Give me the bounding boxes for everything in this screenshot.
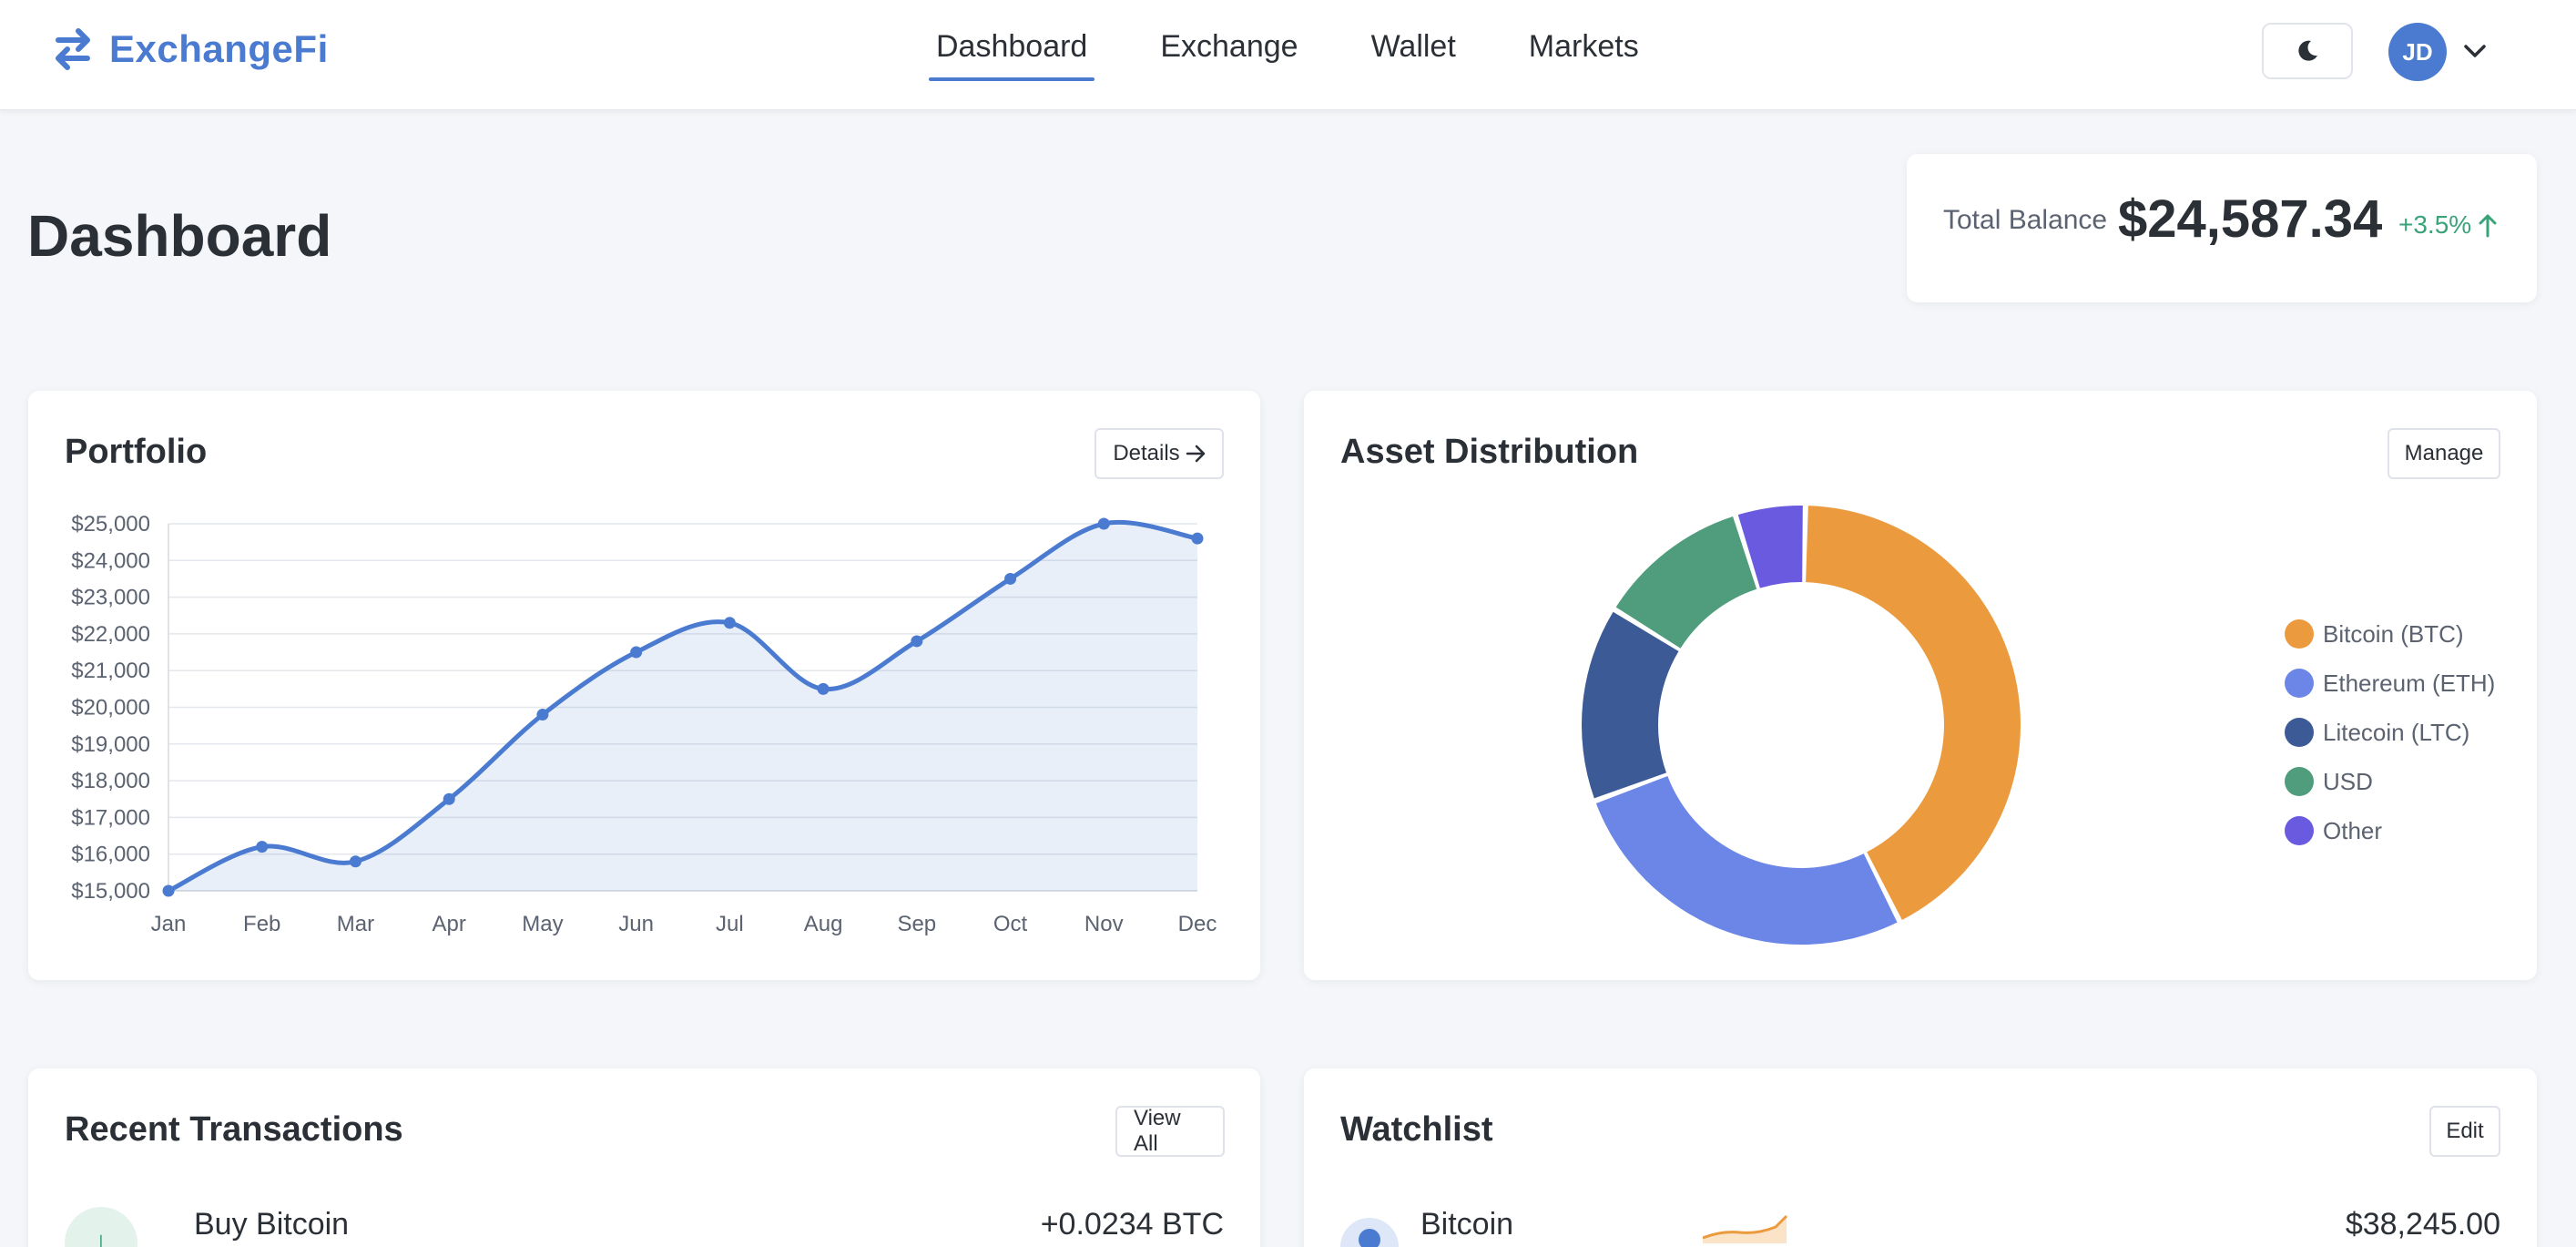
y-tick-label: $17,000: [71, 805, 150, 830]
data-point: [349, 855, 361, 868]
y-tick-label: $21,000: [71, 659, 150, 683]
moon-icon: [2298, 40, 2317, 61]
donut-slice: [1595, 776, 1898, 945]
price-sparkline: [1703, 1214, 1788, 1243]
manage-button[interactable]: Manage: [2388, 428, 2500, 479]
x-tick-label: Nov: [1084, 912, 1124, 936]
legend-dot: [2285, 619, 2314, 649]
legend-dot: [2285, 669, 2314, 698]
data-point: [256, 841, 269, 853]
y-tick-label: $15,000: [71, 879, 150, 904]
transaction-amount: +0.0234 BTC: [1040, 1207, 1224, 1242]
arrow-down-icon: ↓: [65, 1207, 137, 1247]
x-tick-label: Sep: [897, 912, 936, 936]
x-tick-label: Jul: [716, 912, 744, 936]
x-tick-label: Jan: [151, 912, 187, 936]
legend-label: USD: [2323, 767, 2373, 795]
x-tick-label: Feb: [243, 912, 280, 936]
watchlist-title: Watchlist: [1340, 1110, 1493, 1149]
watchlist-card: Watchlist Edit Bitcoin $38,245.00: [1304, 1068, 2537, 1247]
total-balance-card: Total Balance $24,587.34 +3.5%: [1907, 154, 2537, 302]
main-nav: Dashboard Exchange Wallet Markets: [929, 26, 1646, 81]
y-tick-label: $24,000: [71, 548, 150, 573]
transaction-row[interactable]: ↓ Buy Bitcoin +0.0234 BTC: [65, 1207, 1224, 1247]
swap-arrows-icon: [56, 28, 90, 70]
chevron-down-icon[interactable]: [2460, 36, 2489, 66]
x-tick-label: Aug: [804, 912, 843, 936]
nav-markets[interactable]: Markets: [1522, 26, 1646, 81]
view-all-button[interactable]: View All: [1115, 1106, 1225, 1157]
edit-button[interactable]: Edit: [2429, 1106, 2500, 1157]
y-tick-label: $25,000: [71, 512, 150, 537]
legend-item-usd[interactable]: USD: [2285, 757, 2495, 806]
portfolio-line-chart: $15,000 $16,000 $17,000 $18,000 $19,000 $20,0…: [71, 512, 1217, 936]
nav-dashboard[interactable]: Dashboard: [929, 26, 1095, 81]
legend-item-other[interactable]: Other: [2285, 806, 2495, 855]
theme-toggle-button[interactable]: [2262, 23, 2353, 79]
transaction-name: Buy Bitcoin: [194, 1207, 350, 1242]
app-name: ExchangeFi: [109, 27, 329, 70]
donut-slice: [1582, 611, 1679, 799]
legend-item-ltc[interactable]: Litecoin (LTC): [2285, 708, 2495, 757]
legend-dot: [2285, 718, 2314, 747]
balance-change-value: +3.5%: [2398, 210, 2472, 239]
portfolio-card: Portfolio Details $15,000 $16,000 $17,000 $…: [28, 391, 1260, 980]
data-point: [443, 792, 455, 805]
data-point: [162, 884, 175, 897]
watchlist-coin-price: $38,245.00: [2345, 1207, 2500, 1242]
app-logo[interactable]: ExchangeFi: [49, 26, 329, 73]
legend-item-eth[interactable]: Ethereum (ETH): [2285, 659, 2495, 708]
y-tick-label: $20,000: [71, 696, 150, 721]
data-point: [1191, 532, 1204, 545]
balance-value: $24,587.34: [2118, 189, 2383, 249]
data-point: [1004, 572, 1017, 585]
legend-label: Bitcoin (BTC): [2323, 619, 2464, 648]
recent-transactions-card: Recent Transactions View All ↓ Buy Bitco…: [28, 1068, 1260, 1247]
nav-exchange[interactable]: Exchange: [1153, 26, 1305, 81]
legend-label: Other: [2323, 816, 2383, 844]
legend-label: Ethereum (ETH): [2323, 669, 2496, 697]
x-tick-label: Dec: [1178, 912, 1217, 936]
y-tick-label: $19,000: [71, 732, 150, 757]
watchlist-coin-name: Bitcoin: [1420, 1207, 1514, 1242]
data-point: [817, 682, 830, 695]
recent-transactions-title: Recent Transactions: [65, 1110, 403, 1149]
x-tick-label: Oct: [993, 912, 1028, 936]
asset-distribution-card: Asset Distribution Manage Bitcoin (BTC) …: [1304, 391, 2537, 980]
portfolio-area-fill: [168, 522, 1197, 891]
data-point: [723, 617, 736, 629]
balance-label: Total Balance: [1943, 205, 2108, 235]
top-navbar: ExchangeFi Dashboard Exchange Wallet Mar…: [0, 0, 2576, 110]
x-tick-label: Jun: [618, 912, 654, 936]
y-tick-label: $18,000: [71, 769, 150, 793]
data-point: [630, 646, 643, 659]
x-tick-label: Apr: [433, 912, 466, 936]
x-tick-label: Mar: [337, 912, 374, 936]
y-tick-label: $16,000: [71, 843, 150, 867]
y-tick-label: $22,000: [71, 622, 150, 647]
page-title: Dashboard: [27, 203, 332, 269]
y-tick-label: $23,000: [71, 586, 150, 610]
data-point: [1097, 517, 1110, 530]
legend-dot: [2285, 767, 2314, 796]
arrow-up-icon: [2479, 214, 2497, 238]
legend-dot: [2285, 816, 2314, 845]
nav-wallet[interactable]: Wallet: [1364, 26, 1463, 81]
donut-slice: [1806, 506, 2021, 920]
bitcoin-icon: [1340, 1218, 1399, 1247]
data-point: [536, 709, 549, 721]
legend-label: Litecoin (LTC): [2323, 718, 2470, 746]
x-tick-label: May: [522, 912, 563, 936]
legend-item-btc[interactable]: Bitcoin (BTC): [2285, 609, 2495, 659]
user-avatar[interactable]: JD: [2388, 23, 2447, 81]
asset-donut-chart: [1582, 506, 2021, 945]
balance-change: +3.5%: [2398, 210, 2499, 240]
watchlist-row[interactable]: Bitcoin $38,245.00: [1340, 1207, 2500, 1247]
data-point: [911, 635, 923, 648]
asset-legend: Bitcoin (BTC) Ethereum (ETH) Litecoin (L…: [2285, 609, 2495, 855]
